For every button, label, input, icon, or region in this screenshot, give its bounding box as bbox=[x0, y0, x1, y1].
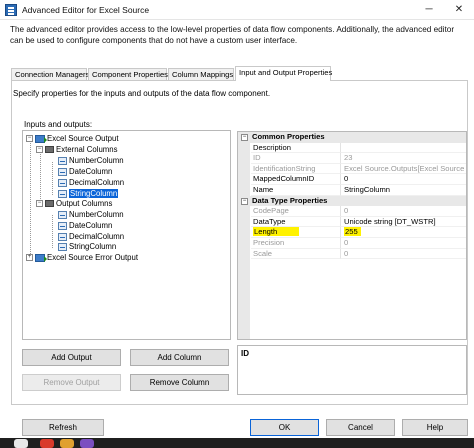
explorer-icon[interactable] bbox=[60, 439, 74, 448]
column-icon bbox=[58, 242, 67, 251]
property-row-highlighted[interactable]: Length 255 bbox=[238, 227, 466, 238]
collapse-icon[interactable]: − bbox=[241, 197, 248, 205]
inputs-outputs-label: Inputs and outputs: bbox=[24, 120, 93, 129]
tree-node-output-column[interactable]: NumberColumn bbox=[58, 209, 124, 220]
property-value[interactable]: Unicode string [DT_WSTR] bbox=[341, 217, 466, 228]
property-name: ID bbox=[251, 153, 341, 164]
minimize-button[interactable]: ─ bbox=[414, 0, 444, 20]
property-name: MappedColumnID bbox=[251, 174, 341, 185]
window-title: Advanced Editor for Excel Source bbox=[22, 5, 150, 15]
remove-output-button[interactable]: Remove Output bbox=[22, 374, 121, 391]
tab-column-mappings[interactable]: Column Mappings bbox=[168, 68, 234, 80]
tree-node-external-columns[interactable]: − External Columns bbox=[36, 144, 118, 155]
property-value: 23 bbox=[341, 153, 466, 164]
grid-margin bbox=[238, 259, 250, 339]
output-icon bbox=[35, 134, 47, 143]
browser-icon[interactable] bbox=[40, 439, 54, 448]
folder-icon bbox=[45, 146, 54, 154]
property-row[interactable]: Precision 0 bbox=[238, 238, 466, 249]
output-icon bbox=[35, 253, 47, 262]
property-value[interactable]: StringColumn bbox=[341, 185, 466, 196]
property-row[interactable]: MappedColumnID 0 bbox=[238, 174, 466, 185]
collapse-icon[interactable]: − bbox=[36, 200, 43, 208]
property-value: 0 bbox=[341, 249, 466, 260]
tree-node-error-output[interactable]: + Excel Source Error Output bbox=[26, 252, 138, 263]
close-button[interactable]: ✕ bbox=[444, 0, 474, 20]
property-row[interactable]: Description bbox=[238, 142, 466, 154]
column-icon bbox=[58, 221, 67, 230]
tree-node-external-column[interactable]: NumberColumn bbox=[58, 155, 124, 166]
property-value: 0 bbox=[341, 238, 466, 249]
tab-input-output-properties[interactable]: Input and Output Properties bbox=[235, 66, 332, 81]
column-icon bbox=[58, 167, 67, 176]
tab-component-properties[interactable]: Component Properties bbox=[88, 68, 168, 80]
tree-node-external-column[interactable]: DecimalColumn bbox=[58, 177, 124, 188]
column-icon bbox=[58, 232, 67, 241]
property-value[interactable] bbox=[341, 143, 466, 154]
folder-icon bbox=[45, 200, 54, 208]
property-value[interactable]: 0 bbox=[341, 174, 466, 185]
property-description-pane: ID bbox=[237, 345, 467, 395]
remove-column-button[interactable]: Remove Column bbox=[130, 374, 229, 391]
property-name: Precision bbox=[251, 238, 341, 249]
property-row[interactable]: Scale 0 bbox=[238, 248, 466, 260]
title-bar: Advanced Editor for Excel Source ─ ✕ bbox=[0, 0, 474, 20]
column-icon bbox=[58, 178, 67, 187]
property-name: CodePage bbox=[251, 206, 341, 217]
tree-node-output-columns[interactable]: − Output Columns bbox=[36, 198, 112, 209]
property-name: IdentificationString bbox=[251, 163, 341, 175]
category-common-properties[interactable]: − Common Properties bbox=[238, 132, 466, 143]
column-icon bbox=[58, 189, 67, 198]
property-description-title: ID bbox=[241, 349, 249, 358]
column-icon bbox=[58, 156, 67, 165]
property-row[interactable]: DataType Unicode string [DT_WSTR] bbox=[238, 216, 466, 228]
expand-icon[interactable]: + bbox=[26, 254, 33, 262]
tree-node-output-column[interactable]: DateColumn bbox=[58, 220, 112, 231]
app-icon bbox=[5, 4, 17, 16]
property-row[interactable]: CodePage 0 bbox=[238, 206, 466, 217]
property-name: Scale bbox=[251, 248, 341, 260]
collapse-icon[interactable]: − bbox=[241, 134, 248, 141]
visual-studio-icon[interactable] bbox=[80, 439, 94, 448]
property-value[interactable]: 255 bbox=[341, 227, 466, 238]
property-value: 0 bbox=[341, 206, 466, 217]
windows-icon[interactable] bbox=[14, 439, 28, 448]
property-name: Name bbox=[251, 185, 341, 196]
property-row[interactable]: ID 23 bbox=[238, 153, 466, 164]
property-name: Description bbox=[251, 142, 341, 154]
property-row[interactable]: IdentificationString Excel Source.Output… bbox=[238, 163, 466, 175]
cancel-button[interactable]: Cancel bbox=[326, 419, 395, 436]
add-column-button[interactable]: Add Column bbox=[130, 349, 229, 366]
ok-button[interactable]: OK bbox=[250, 419, 319, 436]
column-icon bbox=[58, 210, 67, 219]
editor-description: The advanced editor provides access to t… bbox=[10, 25, 455, 45]
tab-connection-managers[interactable]: Connection Managers bbox=[11, 68, 89, 80]
property-name: Length bbox=[251, 227, 341, 238]
property-grid[interactable]: − Common Properties Description ID 23 Id… bbox=[237, 131, 467, 340]
property-name: DataType bbox=[251, 216, 341, 228]
add-output-button[interactable]: Add Output bbox=[22, 349, 121, 366]
collapse-icon[interactable]: − bbox=[26, 135, 33, 143]
refresh-button[interactable]: Refresh bbox=[22, 419, 104, 436]
property-row[interactable]: Name StringColumn bbox=[238, 185, 466, 196]
taskbar bbox=[0, 438, 474, 448]
category-data-type-properties[interactable]: − Data Type Properties bbox=[238, 195, 466, 207]
property-value: Excel Source.Outputs[Excel Source bbox=[341, 164, 466, 175]
tree-node-output-column[interactable]: StringColumn bbox=[58, 241, 116, 252]
inputs-outputs-tree[interactable]: − Excel Source Output − External Columns N… bbox=[22, 130, 231, 340]
help-button[interactable]: Help bbox=[402, 419, 468, 436]
tree-node-external-column[interactable]: DateColumn bbox=[58, 166, 112, 177]
collapse-icon[interactable]: − bbox=[36, 146, 43, 154]
panel-description: Specify properties for the inputs and ou… bbox=[13, 89, 271, 98]
tree-node-excel-source-output[interactable]: − Excel Source Output bbox=[26, 133, 119, 144]
